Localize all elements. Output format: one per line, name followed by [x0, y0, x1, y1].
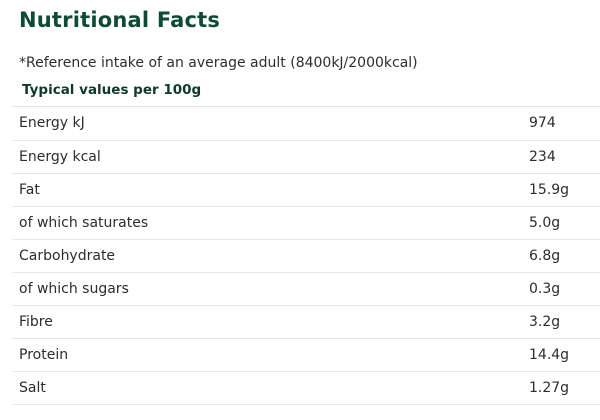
- nutrient-value: 5.0g: [523, 206, 600, 240]
- table-row: Energy kcal 234: [12, 140, 600, 174]
- table-row: Salt 1.27g: [12, 371, 600, 405]
- nutrient-name: of which saturates: [12, 206, 523, 240]
- nutrient-name: Energy kJ: [12, 107, 523, 141]
- table-row: of which saturates 5.0g: [12, 206, 600, 240]
- nutrient-value: 6.8g: [523, 239, 600, 273]
- nutrient-value: 974: [523, 107, 600, 141]
- nutrient-value: 1.27g: [523, 371, 600, 405]
- nutrient-name: Carbohydrate: [12, 239, 523, 273]
- nutrient-value: 3.2g: [523, 305, 600, 339]
- nutrition-facts-panel: Nutritional Facts *Reference intake of a…: [0, 0, 600, 420]
- nutrient-name: Salt: [12, 371, 523, 405]
- typical-values-heading: Typical values per 100g: [22, 82, 202, 98]
- nutrient-name: Protein: [12, 338, 523, 372]
- nutrient-value: 14.4g: [523, 338, 600, 372]
- table-row: of which sugars 0.3g: [12, 272, 600, 306]
- nutrition-table: Energy kJ 974 Energy kcal 234 Fat 15.9g …: [12, 107, 600, 405]
- nutrient-name: Fibre: [12, 305, 523, 339]
- nutrient-value: 15.9g: [523, 173, 600, 207]
- nutrient-name: of which sugars: [12, 272, 523, 306]
- table-row: Energy kJ 974: [12, 107, 600, 141]
- nutrient-value: 0.3g: [523, 272, 600, 306]
- table-row: Protein 14.4g: [12, 338, 600, 372]
- nutrient-name: Fat: [12, 173, 523, 207]
- table-row: Fibre 3.2g: [12, 305, 600, 339]
- reference-intake-note: *Reference intake of an average adult (8…: [19, 55, 418, 71]
- nutrient-name: Energy kcal: [12, 140, 523, 174]
- table-row: Fat 15.9g: [12, 173, 600, 207]
- nutrition-title: Nutritional Facts: [19, 8, 221, 32]
- table-row: Carbohydrate 6.8g: [12, 239, 600, 273]
- nutrient-value: 234: [523, 140, 600, 174]
